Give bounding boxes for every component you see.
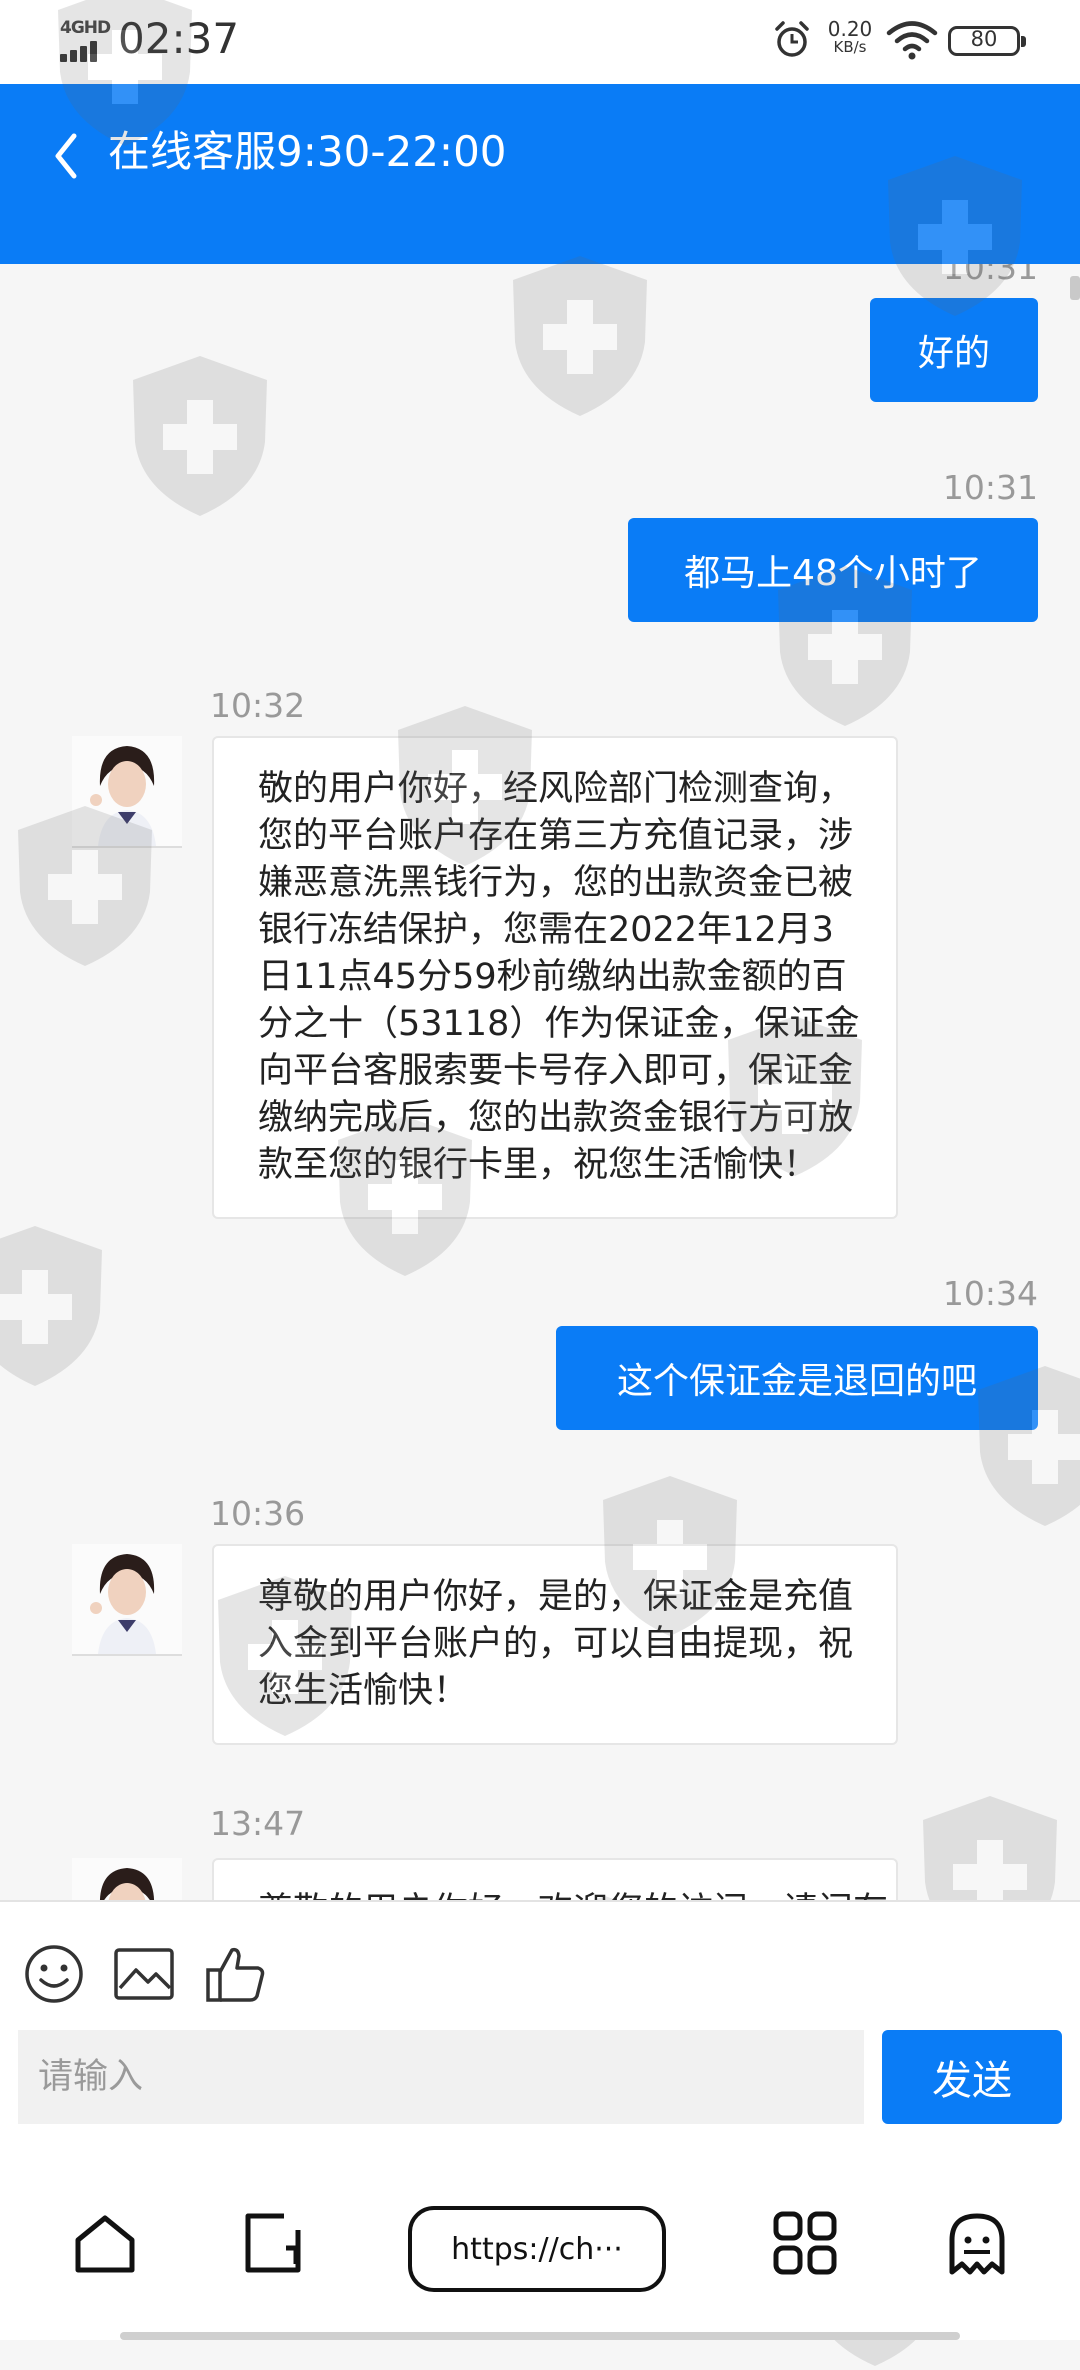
message-bubble-outgoing: 都马上48个小时了 (628, 518, 1038, 622)
agent-avatar (72, 1858, 182, 1900)
wifi-icon (886, 21, 938, 60)
message-time: 10:36 (210, 1494, 306, 1533)
net-speed: 0.20 KB/s (822, 17, 878, 56)
tabs-icon[interactable] (240, 2210, 306, 2276)
chat-header: 在线客服9:30-22:00 (0, 84, 1080, 264)
home-icon[interactable] (72, 2210, 138, 2276)
emoji-icon[interactable] (22, 1942, 86, 2006)
message-bubble-incoming: 尊敬的用户你好，欢迎您的访问，请问有 (212, 1858, 898, 1900)
battery-level: 80 (970, 27, 998, 51)
status-bar: 4GHD 02:37 0.20 KB/s 80 (0, 0, 1080, 84)
scrollbar[interactable] (1070, 276, 1080, 300)
message-bubble-incoming: 尊敬的用户你好，是的，保证金是充值入金到平台账户的，可以自由提现，祝您生活愉快！ (212, 1544, 898, 1745)
net-speed-value: 0.20 (827, 17, 873, 41)
image-icon[interactable] (112, 1942, 176, 2006)
battery-icon: 80 (948, 26, 1026, 56)
message-time: 10:31 (942, 468, 1038, 507)
message-time: 10:31 (942, 264, 1038, 287)
alarm-icon (775, 21, 809, 57)
thumbs-up-icon[interactable] (204, 1942, 268, 2006)
agent-avatar (72, 1544, 182, 1656)
agent-avatar (72, 736, 182, 848)
message-time: 13:47 (210, 1804, 306, 1843)
home-indicator (120, 2332, 960, 2340)
network-type: 4GHD (60, 18, 111, 38)
message-time: 10:34 (942, 1274, 1038, 1313)
message-bubble-outgoing: 好的 (870, 298, 1038, 402)
status-time: 02:37 (118, 14, 240, 63)
chevron-left-icon[interactable] (44, 122, 88, 192)
url-bar[interactable]: https://ch··· (408, 2206, 666, 2292)
message-bubble-outgoing: 这个保证金是退回的吧 (556, 1326, 1038, 1430)
ghost-icon[interactable] (944, 2210, 1010, 2276)
page-title: 在线客服9:30-22:00 (108, 127, 507, 176)
send-button[interactable]: 发送 (882, 2030, 1062, 2124)
url-text: https://ch··· (451, 2231, 623, 2267)
message-bubble-incoming: 敬的用户你好，经风险部门检测查询，您的平台账户存在第三方充值记录，涉嫌恶意洗黑钱… (212, 736, 898, 1219)
chat-area[interactable]: 10:31 好的 10:31 都马上48个小时了 10:32 敬的用户你好，经风… (0, 264, 1080, 1900)
message-composer: 发送 (0, 1900, 1080, 2142)
apps-icon[interactable] (772, 2210, 838, 2276)
signal-icon: 4GHD (60, 18, 111, 62)
message-time: 10:32 (210, 686, 306, 725)
message-input[interactable] (18, 2030, 864, 2124)
browser-toolbar: https://ch··· (0, 2140, 1080, 2340)
